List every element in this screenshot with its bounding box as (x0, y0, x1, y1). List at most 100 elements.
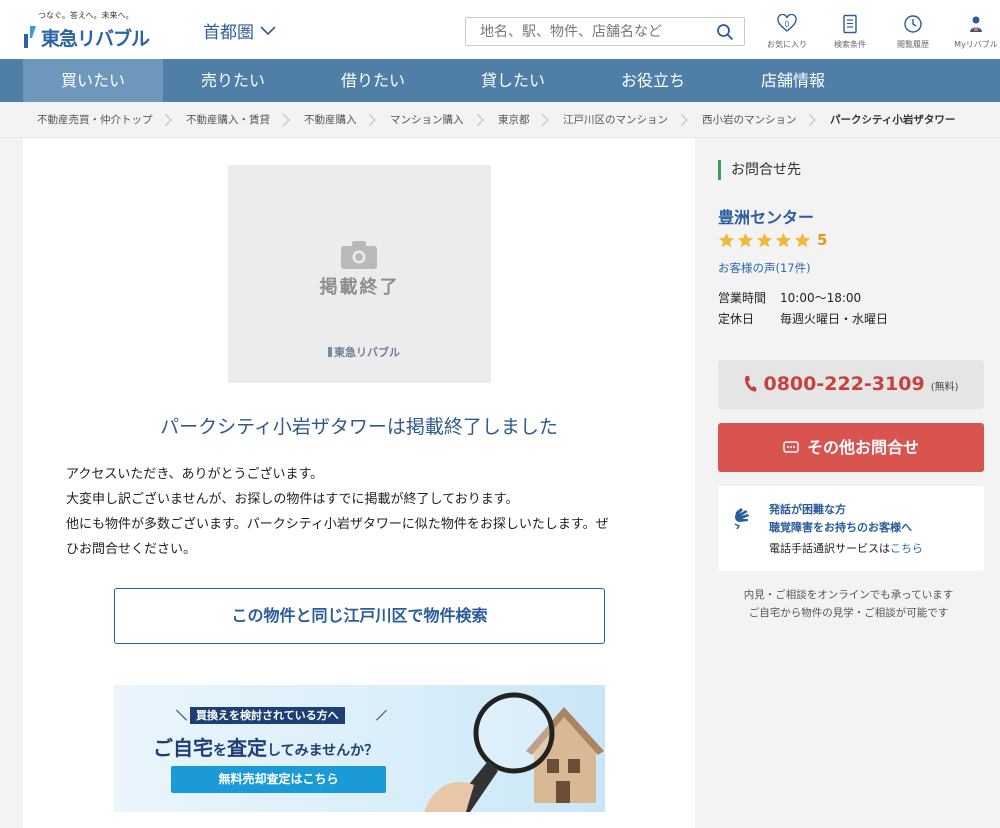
breadcrumb: 不動産売買・仲介トップ 不動産購入・賃貸 不動産購入 マンション購入 東京都 江… (0, 102, 1000, 138)
my-livable-button[interactable]: Myリバブル (948, 12, 1000, 52)
slash-decoration-icon: ／ (376, 709, 387, 722)
ended-message: アクセスいただき、ありがとうございます。 大変申し訳ございませんが、お探しの物件… (66, 462, 666, 562)
history-label: 閲覧履歴 (897, 40, 929, 49)
nav-buy[interactable]: 買いたい (23, 59, 163, 102)
main-content: 掲載終了 東急リバブル パークシティ小岩ザタワーは掲載終了しました アクセスいた… (23, 138, 695, 828)
chevron-down-icon (260, 25, 276, 35)
chat-bubble-icon (783, 441, 799, 453)
other-inquiry-button[interactable]: その他お問合せ (718, 423, 984, 472)
breadcrumb-item[interactable]: 不動産購入 (304, 102, 357, 138)
listing-image-placeholder: 掲載終了 東急リバブル (228, 165, 491, 383)
phone-number: 0800-222-3109 (763, 373, 925, 395)
star-icon (775, 232, 792, 247)
nav-sell[interactable]: 売りたい (163, 59, 303, 102)
magnifier-house-illustration (424, 692, 604, 812)
sign-language-link[interactable]: こちら (890, 542, 923, 555)
global-nav: 買いたい 売りたい 借りたい 貸したい お役立ち 店舗情報 (0, 59, 1000, 102)
contact-sidebar: お問合せ先 豊洲センター 5 お客様の声(17件) 営業時間 10:00〜18:0… (697, 138, 1000, 828)
favorites-button[interactable]: 0 お気に入り (759, 12, 815, 52)
clock-icon (904, 15, 922, 33)
phone-button[interactable]: 0800-222-3109 (無料) (718, 360, 984, 409)
search-same-area-button[interactable]: この物件と同じ江戸川区で物件検索 (114, 588, 605, 644)
my-livable-label: Myリバブル (954, 40, 998, 49)
phone-free-note: (無料) (930, 382, 959, 393)
search-box (465, 17, 745, 46)
free-appraisal-button[interactable]: 無料売却査定はこちら (171, 766, 386, 793)
search-input[interactable] (466, 18, 744, 45)
business-hours: 営業時間 10:00〜18:00 定休日 毎週火曜日・水曜日 (718, 288, 888, 330)
banner-tagline: 買換えを検討されている方へ (190, 707, 345, 724)
other-inquiry-label: その他お問合せ (806, 438, 919, 457)
region-selector[interactable]: 首都圏 (203, 18, 276, 43)
store-name[interactable]: 豊洲センター (718, 204, 814, 228)
breadcrumb-item[interactable]: 不動産購入・賃貸 (186, 102, 270, 138)
banner-headline-b: を (213, 743, 227, 759)
star-icon (718, 232, 735, 247)
nav-useful[interactable]: お役立ち (583, 59, 723, 102)
store-rating: 5 (718, 231, 827, 249)
region-label: 首都圏 (203, 23, 254, 43)
saved-search-label: 検索条件 (834, 40, 866, 49)
listing-ended-label: 掲載終了 (319, 277, 400, 298)
nav-stores[interactable]: 店舗情報 (723, 59, 863, 102)
search-icon[interactable] (716, 23, 734, 41)
online-consultation-note: 内見・ご相談をオンラインでも承っています ご自宅から物件の見学・ご相談が可能です (697, 586, 1000, 622)
customer-reviews-link[interactable]: お客様の声(17件) (718, 260, 811, 276)
breadcrumb-item[interactable]: マンション購入 (390, 102, 464, 138)
logo-text: 東急リバブル (41, 28, 150, 50)
sign-language-service: 発話が困難な方 聴覚障害をお持ちのお客様へ 電話手話通訳サービスはこちら (718, 486, 984, 571)
sign-language-line3: 電話手話通訳サービスは (769, 542, 890, 555)
favorites-count: 0 (785, 20, 790, 29)
message-line: 他にも物件が多数ございます。パークシティ小岩ザタワーに似た物件をお探しいたします… (66, 517, 609, 532)
breadcrumb-item[interactable]: 東京都 (498, 102, 530, 138)
sign-language-heading: 発話が困難な方 聴覚障害をお持ちのお客様へ (769, 501, 912, 537)
online-line2: ご自宅から物件の見学・ご相談が可能です (748, 607, 949, 619)
heart-icon: 0 (777, 14, 797, 32)
banner-headline-c: 査定 (227, 736, 267, 760)
rating-score: 5 (817, 231, 828, 249)
logo-tagline: つなぐ。答えへ。未来へ。 (38, 11, 134, 20)
logo-mark-icon (24, 26, 36, 48)
chevron-right-icon (368, 113, 376, 127)
favorites-label: お気に入り (767, 40, 807, 49)
banner-headline-d: してみませんか？ (267, 743, 379, 759)
sign-language-line2: 聴覚障害をお持ちのお客様へ (769, 521, 912, 534)
appraisal-banner[interactable]: ＼ 買換えを検討されている方へ ／ ご自宅を査定してみませんか？ 無料売却査定は… (114, 685, 605, 812)
banner-headline: ご自宅を査定してみませんか？ (153, 732, 378, 761)
closed-label: 定休日 (718, 312, 755, 326)
placeholder-logo: 東急リバブル (328, 344, 400, 360)
phone-icon (745, 376, 757, 392)
star-icon (756, 232, 773, 247)
hours-label: 営業時間 (718, 291, 767, 305)
sign-language-icon (734, 508, 749, 530)
breadcrumb-current: パークシティ小岩ザタワー (830, 114, 956, 126)
saved-search-button[interactable]: 検索条件 (822, 12, 878, 52)
placeholder-logo-text: 東急リバブル (334, 346, 400, 359)
message-line: ひお問合せください。 (66, 542, 197, 557)
banner-headline-a: ご自宅 (153, 736, 213, 760)
star-icon (737, 232, 754, 247)
chevron-right-icon (164, 113, 172, 127)
logo-mark-icon (328, 347, 332, 357)
breadcrumb-item[interactable]: 江戸川区のマンション (563, 102, 668, 138)
nav-rent[interactable]: 借りたい (303, 59, 443, 102)
document-list-icon (843, 14, 857, 34)
sign-language-text: 電話手話通訳サービスはこちら (769, 540, 923, 556)
chevron-right-icon (808, 113, 816, 127)
site-header: つなぐ。答えへ。未来へ。 東急リバブル 首都圏 0 お気に入り 検索条件 (0, 0, 1000, 59)
hours-value: 10:00〜18:00 (780, 291, 862, 305)
slash-decoration-icon: ＼ (176, 709, 187, 722)
nav-lease[interactable]: 貸したい (443, 59, 583, 102)
user-icon (970, 16, 982, 32)
history-button[interactable]: 閲覧履歴 (885, 12, 941, 52)
sign-language-line1: 発話が困難な方 (769, 503, 846, 516)
chevron-right-icon (282, 113, 290, 127)
star-icon (794, 232, 811, 247)
chevron-right-icon (541, 113, 549, 127)
breadcrumb-item[interactable]: 不動産売買・仲介トップ (37, 102, 153, 138)
camera-icon (341, 241, 377, 269)
site-logo[interactable]: つなぐ。答えへ。未来へ。 東急リバブル (24, 10, 150, 52)
breadcrumb-item[interactable]: 西小岩のマンション (702, 102, 797, 138)
chevron-right-icon (476, 113, 484, 127)
contact-heading: お問合せ先 (718, 160, 801, 180)
